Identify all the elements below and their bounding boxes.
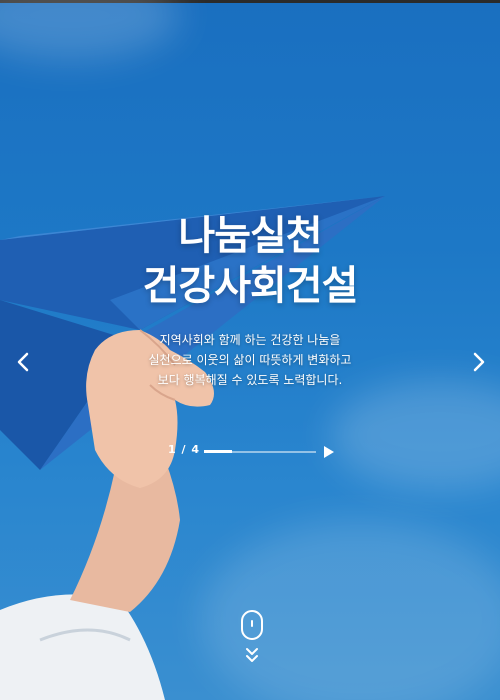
slide-progress-track [204,450,316,453]
hero-title-line1: 나눔실천 [178,213,322,259]
hero-slider: 나눔실천 건강사회건설 지역사회와 함께 하는 건강한 나눔을 실천으로 이웃의… [0,0,500,700]
mouse-icon [241,610,263,640]
double-chevron-down-icon [246,648,258,662]
prev-slide-button[interactable] [8,347,38,377]
autoplay-button[interactable] [322,444,336,460]
slide-progress-fill [204,450,232,453]
scroll-down-button[interactable] [245,646,259,664]
chevron-left-icon [17,352,29,372]
play-icon [324,446,334,458]
next-slide-button[interactable] [464,347,494,377]
slide-counter: 1 / 4 [168,443,200,456]
scroll-indicator [240,610,264,640]
hero-description-line: 보다 행복해질 수 있도록 노력합니다. [157,373,343,387]
hero-description-line: 실천으로 이웃의 삶이 따뜻하게 변화하고 [148,353,352,367]
chevron-right-icon [473,352,485,372]
hero-title-line2: 건강사회건설 [142,263,359,309]
hero-description-line: 지역사회와 함께 하는 건강한 나눔을 [159,333,341,347]
